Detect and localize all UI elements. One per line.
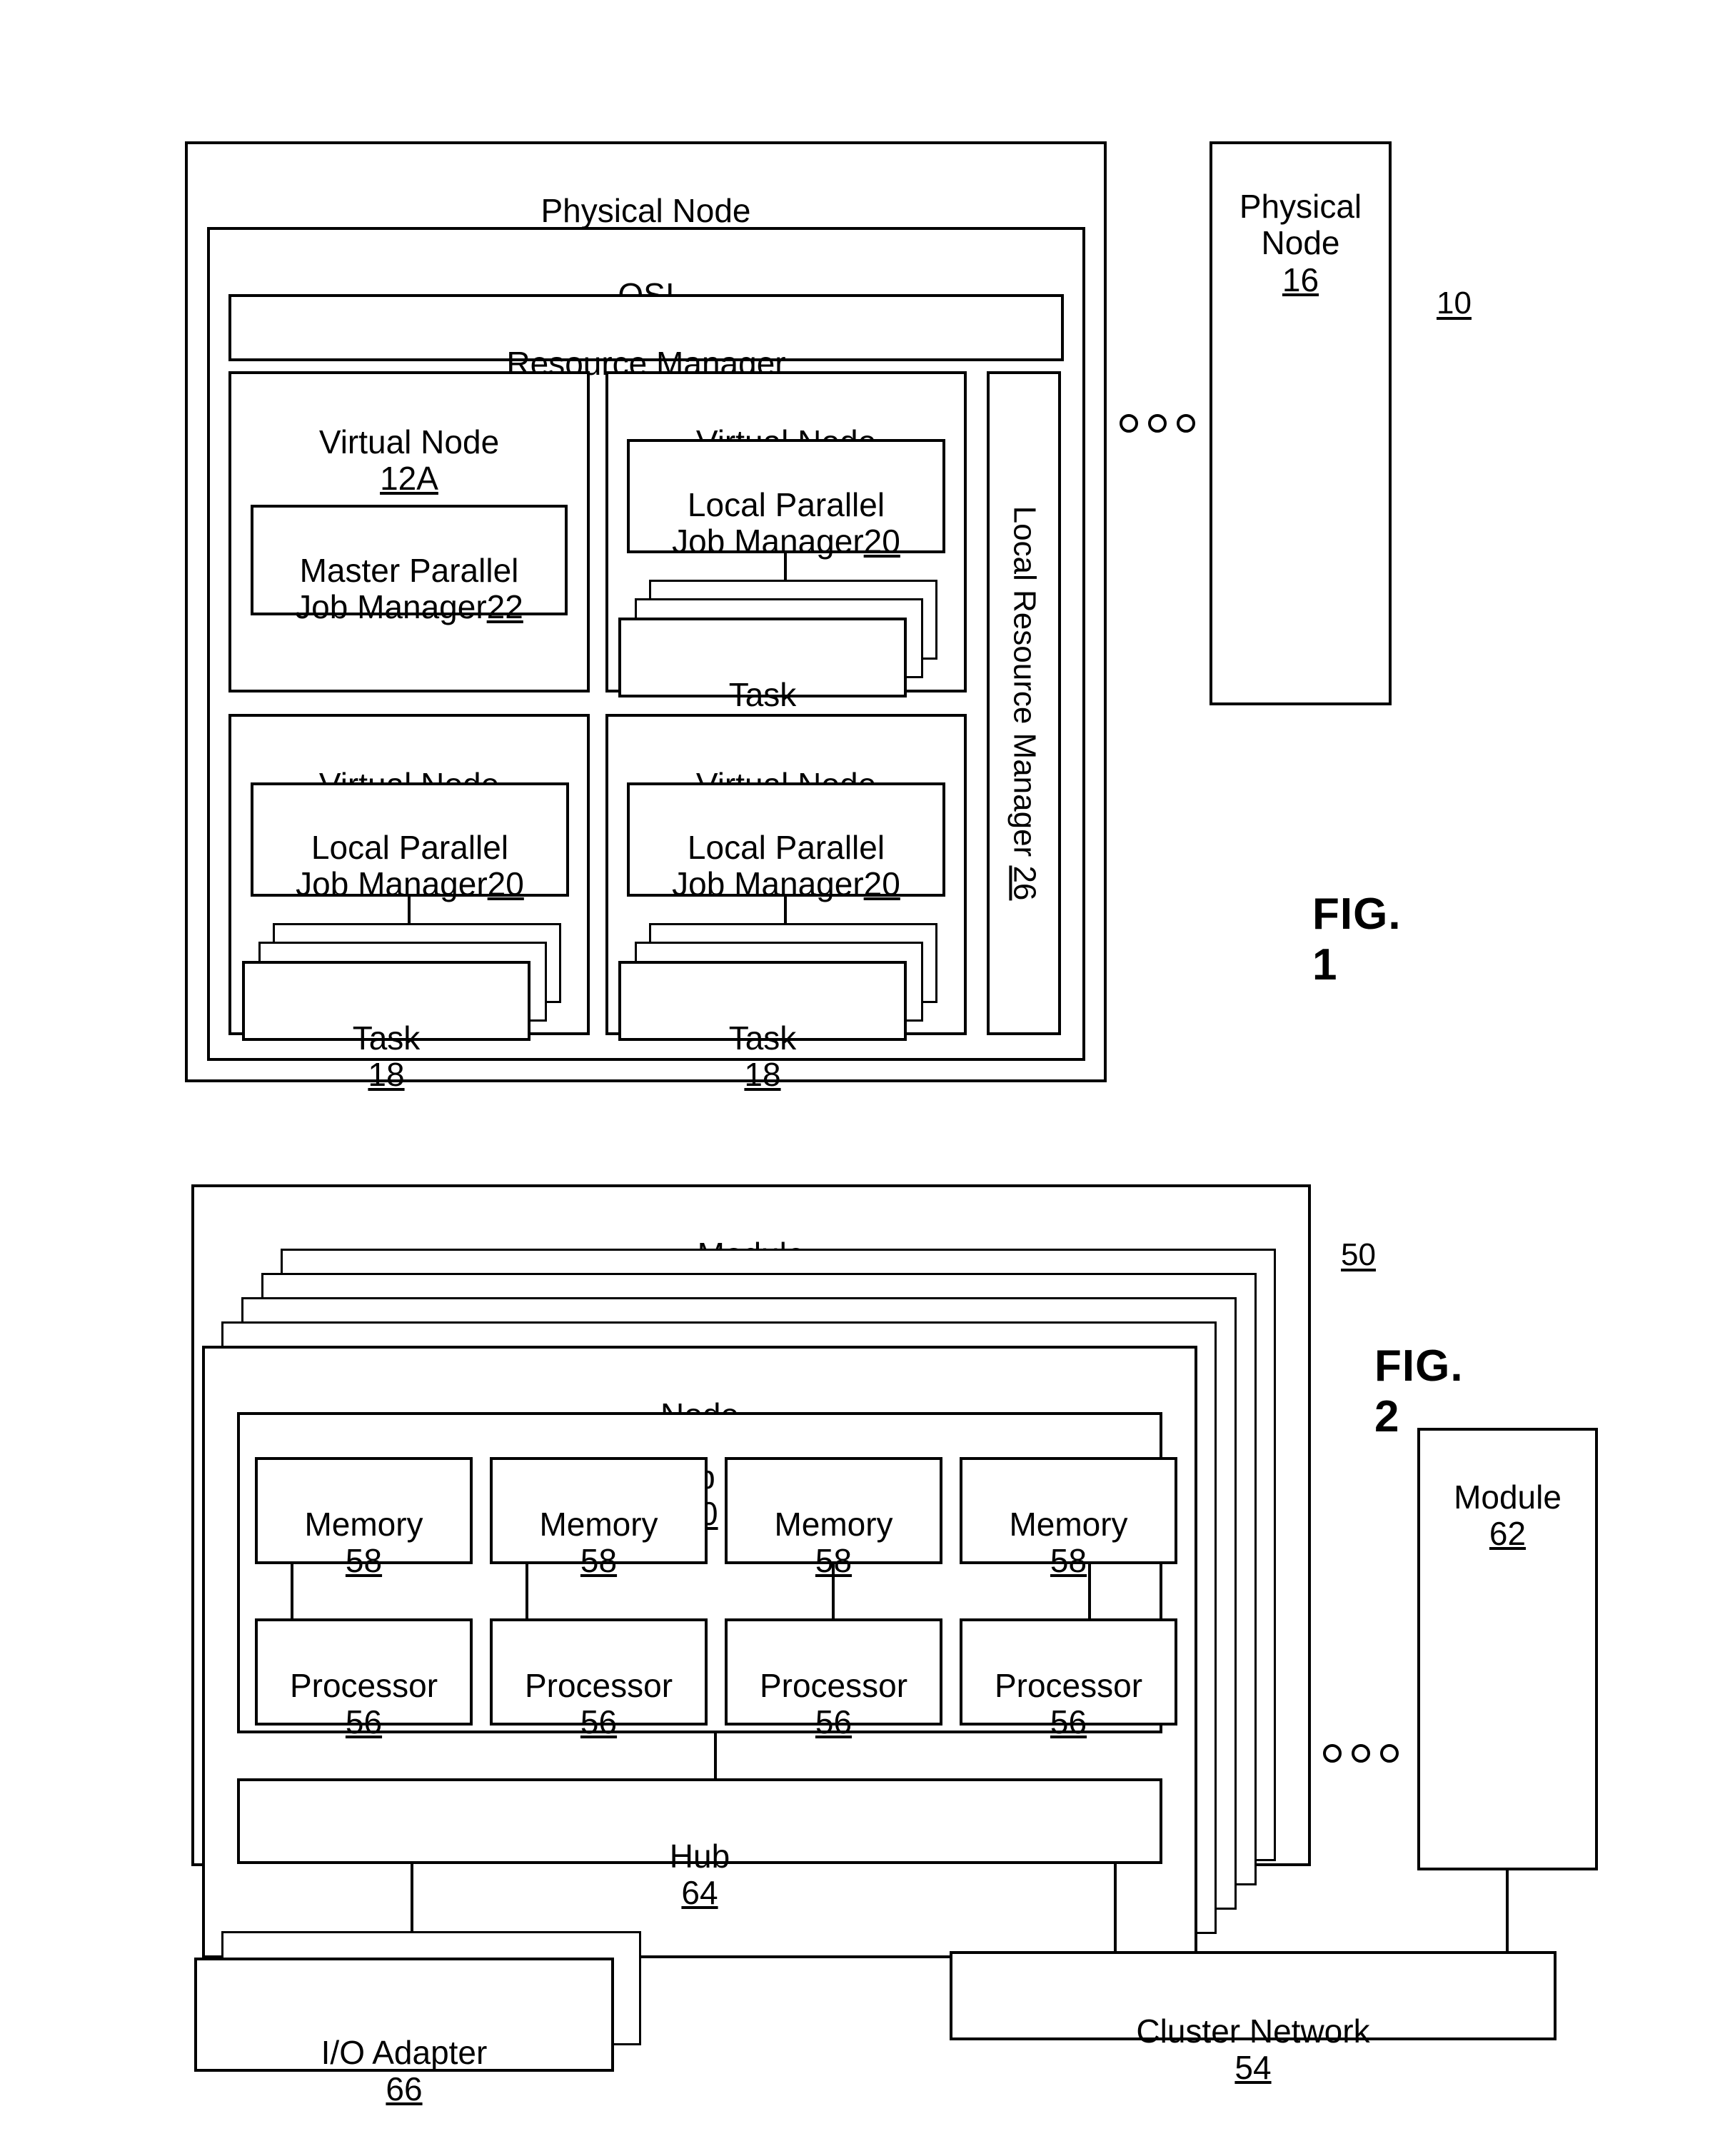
processor-ref: 56 [345, 1703, 383, 1741]
local-parallel-job-manager-3-title-text: Local Parallel Job Manager [672, 828, 885, 903]
task-1-title-text: Task [728, 675, 797, 713]
fig1-caption: FIG. 1 [1312, 890, 1402, 989]
local-resource-manager-title-text: Local Resource Manager [1007, 505, 1042, 857]
peer-module-label: Module 62 [1417, 1442, 1598, 1589]
ellipsis-dot-icon [1177, 414, 1195, 433]
cluster-network-title-text: Cluster Network [1136, 2012, 1370, 2050]
local-parallel-job-manager-2-label: Local Parallel Job Manager20 [251, 792, 569, 903]
task-3-title-text: Task [728, 1019, 797, 1057]
cluster-network-ref: 54 [1234, 2049, 1272, 2087]
fig1-system-ref: 10 [1437, 286, 1472, 321]
memory-title-text: Memory [774, 1505, 893, 1543]
cluster-network-label: Cluster Network 54 [950, 1976, 1557, 2087]
io-adapter-title-text: I/O Adapter [321, 2033, 488, 2071]
fig2-system-ref: 50 [1341, 1237, 1376, 1272]
processor-ref: 56 [815, 1703, 853, 1741]
processor-title-text: Processor [994, 1666, 1143, 1704]
connector-memory-processor-1 [525, 1564, 528, 1618]
local-resource-manager-ref: 26 [1007, 865, 1042, 901]
memory-title-text: Memory [304, 1505, 423, 1543]
local-resource-manager-label-wrap: Local Resource Manager 26 [987, 371, 1061, 1035]
connector-hub-cluster-network [1114, 1864, 1117, 1957]
processor-title-text: Processor [759, 1666, 908, 1704]
processor-label-1: Processor 56 [490, 1631, 708, 1778]
processor-title-text: Processor [289, 1666, 438, 1704]
hub-label: Hub 64 [237, 1801, 1162, 1912]
virtual-node-0-title: Virtual Node 12A [228, 387, 590, 498]
memory-label-1: Memory 58 [490, 1469, 708, 1616]
ellipsis-dot-icon [1148, 414, 1167, 433]
task-2-ref: 18 [368, 1056, 405, 1094]
master-parallel-job-manager-label: Master Parallel Job Manager22 [251, 515, 568, 626]
peer-module-title-text: Module [1454, 1478, 1562, 1516]
fig2-caption: FIG. 2 [1374, 1341, 1464, 1441]
master-parallel-job-manager-ref: 22 [486, 588, 523, 626]
peer-physical-node-ref: 16 [1282, 261, 1319, 298]
io-adapter-label: I/O Adapter 66 [194, 1998, 614, 2108]
local-parallel-job-manager-3-ref: 20 [863, 865, 900, 903]
processor-label-2: Processor 56 [725, 1631, 942, 1778]
connector-memory-processor-0 [291, 1564, 293, 1618]
connector-memory-processor-3 [1088, 1564, 1091, 1618]
memory-ref: 58 [580, 1542, 618, 1580]
local-parallel-job-manager-1-title-text: Local Parallel Job Manager [672, 485, 885, 560]
virtual-node-0-ref: 12A [380, 460, 438, 498]
local-parallel-job-manager-1-label: Local Parallel Job Manager20 [627, 450, 945, 560]
memory-label-3: Memory 58 [960, 1469, 1177, 1616]
fig1-ellipsis-dots [1120, 414, 1195, 433]
fig2-ellipsis-dots [1323, 1744, 1399, 1763]
peer-physical-node-title-text: Physical Node [1239, 187, 1362, 262]
master-parallel-job-manager-title-text: Master Parallel Job Manager [295, 551, 519, 626]
local-parallel-job-manager-2-title-text: Local Parallel Job Manager [296, 828, 509, 903]
connector-peer-module-cluster-network [1506, 1870, 1509, 1953]
memory-ref: 58 [1050, 1542, 1087, 1580]
local-parallel-job-manager-2-ref: 20 [487, 865, 524, 903]
processor-label-3: Processor 56 [960, 1631, 1177, 1778]
peer-module-ref: 62 [1489, 1515, 1527, 1553]
physical-node-title-text: Physical Node [540, 191, 751, 229]
ellipsis-dot-icon [1323, 1744, 1342, 1763]
memory-title-text: Memory [1009, 1505, 1128, 1543]
memory-ref: 58 [345, 1542, 383, 1580]
memory-label-0: Memory 58 [255, 1469, 473, 1616]
processor-ref: 56 [1050, 1703, 1087, 1741]
local-resource-manager-label: Local Resource Manager 26 [1006, 506, 1042, 901]
task-3-ref: 18 [744, 1056, 781, 1094]
task-2-title-text: Task [352, 1019, 421, 1057]
ellipsis-dot-icon [1352, 1744, 1370, 1763]
processor-title-text: Processor [524, 1666, 673, 1704]
peer-physical-node-label: Physical Node 16 [1210, 151, 1392, 336]
ellipsis-dot-icon [1380, 1744, 1399, 1763]
ellipsis-dot-icon [1120, 414, 1138, 433]
hub-ref: 64 [681, 1874, 718, 1912]
local-parallel-job-manager-3-label: Local Parallel Job Manager20 [627, 792, 945, 903]
processor-label-0: Processor 56 [255, 1631, 473, 1778]
io-adapter-ref: 66 [386, 2070, 423, 2108]
memory-title-text: Memory [539, 1505, 658, 1543]
processor-ref: 56 [580, 1703, 618, 1741]
virtual-node-0-title-text: Virtual Node [318, 423, 500, 460]
connector-memory-processor-2 [832, 1564, 835, 1618]
task-3-label: Task 18 [618, 983, 907, 1094]
hub-title-text: Hub [669, 1837, 730, 1875]
task-2-label: Task 18 [242, 983, 530, 1094]
connector-mcm-hub [714, 1733, 717, 1778]
local-parallel-job-manager-1-ref: 20 [863, 523, 900, 560]
